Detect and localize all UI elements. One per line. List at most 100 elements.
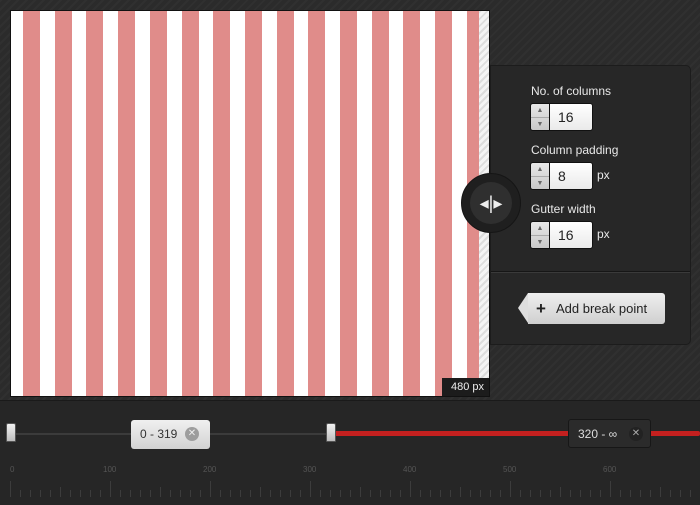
breakpoint-timeline: 0 - 319 ✕ 320 - ∞ ✕ 0 100 200 300 400 500 600 <box>0 400 700 505</box>
ruler-tick <box>670 490 671 497</box>
breakpoint-range-label: 0 - 319 <box>140 427 178 441</box>
grid-column <box>118 11 136 396</box>
decrement-icon[interactable]: ▼ <box>531 235 549 249</box>
ruler-tick <box>410 481 411 497</box>
ruler-tick <box>630 490 631 497</box>
ruler-tick <box>50 490 51 497</box>
ruler-label: 200 <box>203 465 217 474</box>
grid-column <box>276 11 294 396</box>
ruler-tick <box>480 490 481 497</box>
ruler-tick <box>490 490 491 497</box>
ruler-tick <box>180 490 181 497</box>
gutter-unit: px <box>597 227 610 241</box>
panel-divider <box>491 271 690 273</box>
ruler-label: 100 <box>103 465 117 474</box>
ruler-label: 400 <box>403 465 417 474</box>
ruler-tick <box>600 490 601 497</box>
plus-icon: + <box>536 299 546 318</box>
columns-input[interactable]: 16 <box>550 103 593 131</box>
grid-column <box>213 11 231 396</box>
close-icon[interactable]: ✕ <box>185 427 199 441</box>
ruler-tick <box>100 490 101 497</box>
ruler-tick <box>580 490 581 497</box>
gutter-stepper[interactable]: ▲ ▼ <box>530 221 550 249</box>
ruler-tick <box>340 490 341 497</box>
pixel-ruler: 0 100 200 300 400 500 600 <box>10 461 700 505</box>
ruler-tick <box>40 490 41 497</box>
ruler-tick <box>60 487 61 497</box>
ruler-tick <box>360 487 361 497</box>
increment-icon[interactable]: ▲ <box>531 104 549 117</box>
ruler-tick <box>500 490 501 497</box>
ruler-label: 500 <box>503 465 517 474</box>
ruler-tick <box>220 490 221 497</box>
range-start-thumb[interactable] <box>6 423 16 442</box>
ruler-tick <box>160 487 161 497</box>
ruler-tick <box>80 490 81 497</box>
grid-column <box>435 11 453 396</box>
ruler-tick <box>690 490 691 497</box>
ruler-tick <box>140 490 141 497</box>
ruler-tick <box>90 490 91 497</box>
ruler-tick <box>70 490 71 497</box>
breakpoint-tag-0[interactable]: 0 - 319 ✕ <box>131 420 210 449</box>
ruler-tick <box>170 490 171 497</box>
breakpoint-range-label: 320 - ∞ <box>578 427 618 441</box>
ruler-tick <box>320 490 321 497</box>
grid-column <box>371 11 389 396</box>
ruler-tick <box>10 481 11 497</box>
padding-label: Column padding <box>531 143 619 157</box>
ruler-tick <box>510 481 511 497</box>
ruler-tick <box>680 490 681 497</box>
ruler-tick <box>440 490 441 497</box>
add-breakpoint-label: Add break point <box>556 301 648 316</box>
ruler-tick <box>130 490 131 497</box>
grid-column <box>340 11 357 396</box>
gutter-label: Gutter width <box>531 202 596 216</box>
ruler-tick <box>540 490 541 497</box>
ruler-tick <box>260 487 261 497</box>
increment-icon[interactable]: ▲ <box>531 222 549 235</box>
columns-label: No. of columns <box>531 84 612 98</box>
ruler-tick <box>250 490 251 497</box>
ruler-tick <box>430 490 431 497</box>
columns-stepper[interactable]: ▲ ▼ <box>530 103 550 131</box>
padding-stepper[interactable]: ▲ ▼ <box>530 162 550 190</box>
ruler-tick <box>520 490 521 497</box>
grid-column <box>54 11 72 396</box>
grid-column <box>403 11 421 396</box>
add-breakpoint-button[interactable]: + Add break point <box>518 293 665 324</box>
increment-icon[interactable]: ▲ <box>531 163 549 176</box>
ruler-tick <box>280 490 281 497</box>
ruler-tick <box>150 490 151 497</box>
decrement-icon[interactable]: ▼ <box>531 117 549 131</box>
grid-column <box>86 11 104 396</box>
ruler-tick <box>660 487 661 497</box>
ruler-tick <box>240 490 241 497</box>
ruler-tick <box>230 490 231 497</box>
ruler-tick <box>460 487 461 497</box>
padding-input[interactable]: 8 <box>550 162 593 190</box>
resize-handle[interactable]: ◂|▸ <box>461 173 521 233</box>
close-icon[interactable]: ✕ <box>629 427 643 441</box>
grid-column <box>23 11 40 396</box>
ruler-tick <box>400 490 401 497</box>
ruler-label: 600 <box>603 465 617 474</box>
ruler-tick <box>310 481 311 497</box>
ruler-tick <box>270 490 271 497</box>
ruler-tick <box>420 490 421 497</box>
ruler-tick <box>450 490 451 497</box>
ruler-label: 0 <box>10 465 15 474</box>
grid-column <box>181 11 199 396</box>
ruler-tick <box>610 481 611 497</box>
ruler-tick <box>300 490 301 497</box>
ruler-tick <box>570 490 571 497</box>
ruler-tick <box>200 490 201 497</box>
grid-column <box>308 11 326 396</box>
decrement-icon[interactable]: ▼ <box>531 176 549 190</box>
breakpoint-thumb[interactable] <box>326 423 336 442</box>
gutter-input[interactable]: 16 <box>550 221 593 249</box>
ruler-tick <box>550 490 551 497</box>
grid-column <box>244 11 262 396</box>
breakpoint-tag-1[interactable]: 320 - ∞ ✕ <box>568 419 651 448</box>
